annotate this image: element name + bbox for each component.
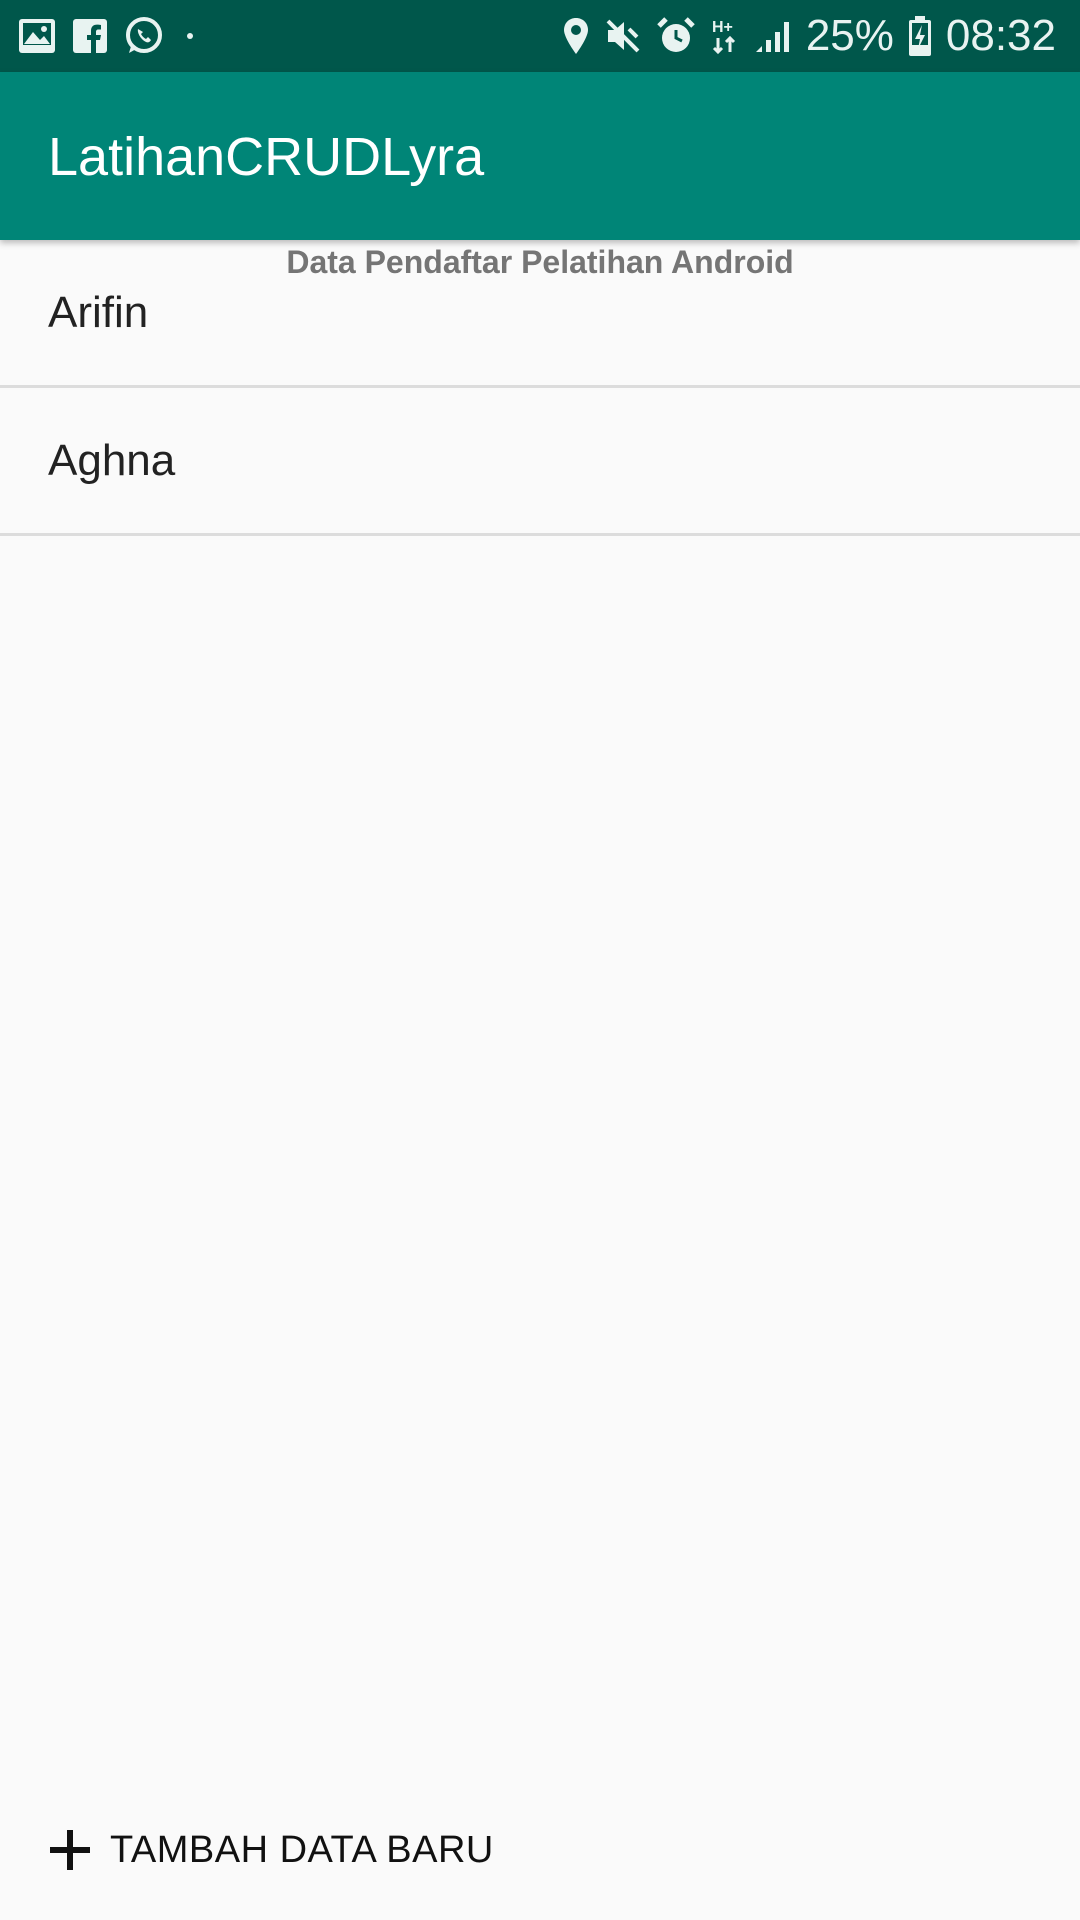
- list-item[interactable]: Aghna: [0, 388, 1080, 536]
- signal-icon: [754, 18, 792, 54]
- plus-icon: [48, 1828, 92, 1872]
- app-title: LatihanCRUDLyra: [48, 127, 485, 187]
- list-subtitle: Data Pendaftar Pelatihan Android: [286, 244, 794, 280]
- data-hplus-icon: H+: [710, 16, 740, 56]
- status-bar-right: H+ 25% 08:32: [562, 0, 1056, 72]
- mute-icon: [604, 17, 642, 55]
- battery-charging-icon: [908, 15, 932, 57]
- data-list: Arifin Aghna: [0, 240, 1080, 536]
- gallery-icon: [18, 18, 56, 54]
- facebook-icon: [72, 18, 108, 54]
- whatsapp-icon: [124, 16, 164, 56]
- add-data-label: TAMBAH DATA BARU: [110, 1828, 494, 1871]
- status-time: 08:32: [945, 11, 1056, 60]
- dot-icon: [180, 26, 200, 46]
- add-data-button[interactable]: TAMBAH DATA BARU: [48, 1820, 494, 1880]
- status-bar-left: [18, 0, 200, 72]
- app-bar: LatihanCRUDLyra: [0, 72, 1080, 240]
- status-bar: H+ 25% 08:32: [0, 0, 1080, 72]
- battery-percent: 25%: [805, 11, 894, 60]
- list-item-label: Arifin: [48, 288, 149, 337]
- svg-text:H+: H+: [712, 19, 733, 36]
- list-item-label: Aghna: [48, 436, 176, 485]
- location-icon: [562, 16, 590, 56]
- alarm-icon: [656, 16, 696, 56]
